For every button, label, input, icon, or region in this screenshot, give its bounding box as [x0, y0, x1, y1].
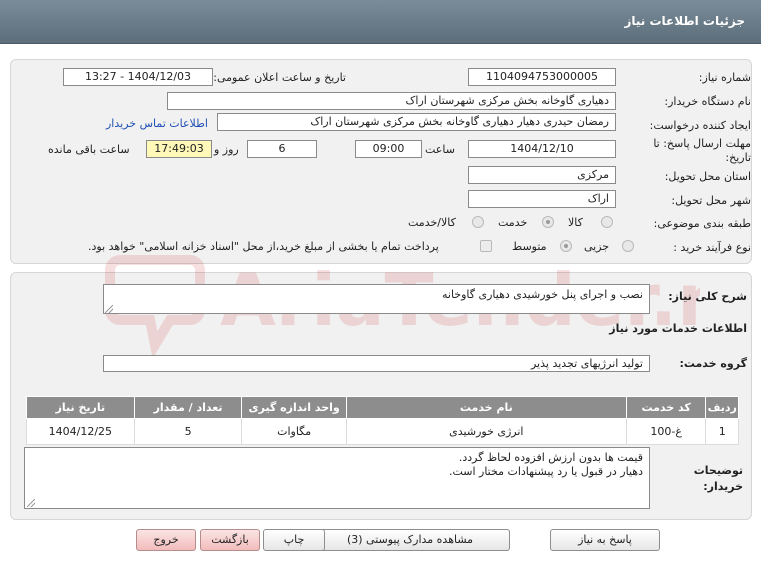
category-label: طبقه بندی موضوعی:: [653, 217, 751, 230]
cell-need-date: 1404/12/25: [26, 418, 135, 445]
col-row: ردیف: [705, 396, 739, 419]
province-field: مرکزی: [468, 166, 616, 184]
remaining-time-field: 17:49:03: [146, 140, 212, 158]
description-label: شرح کلی نیاز:: [668, 290, 747, 303]
buyer-notes-field: قیمت ها بدون ارزش افزوده لحاظ گردد. دهیا…: [24, 447, 650, 509]
process-radio-minor[interactable]: [622, 240, 634, 252]
exit-button[interactable]: خروج: [136, 529, 196, 551]
requester-label: ایجاد کننده درخواست:: [649, 119, 751, 132]
category-radio-goods-service[interactable]: [472, 216, 484, 228]
process-option-minor: جزیی: [584, 240, 610, 253]
buyer-contact-link[interactable]: اطلاعات تماس خریدار: [106, 117, 208, 130]
category-radio-service[interactable]: [542, 216, 554, 228]
category-option-goods-service: کالا/خدمت: [408, 216, 456, 229]
province-label: استان محل تحویل:: [664, 170, 751, 183]
reply-button[interactable]: پاسخ به نیاز: [550, 529, 660, 551]
announce-datetime-field: 1404/12/03 - 13:27: [63, 68, 213, 86]
treasury-payment-note: پرداخت تمام یا بخشی از مبلغ خرید،از محل …: [88, 240, 439, 253]
category-radio-goods[interactable]: [601, 216, 613, 228]
deadline-time-field: 09:00: [355, 140, 422, 158]
resize-handle-icon[interactable]: [27, 499, 35, 507]
deadline-label: مهلت ارسال پاسخ: تا تاریخ:: [653, 137, 751, 164]
table-header-row: ردیف کد خدمت نام خدمت واحد اندازه گیری ت…: [26, 396, 739, 419]
buyer-org-label: نام دستگاه خریدار:: [664, 95, 751, 108]
view-attachments-button[interactable]: مشاهده مدارک پیوستی (3): [310, 529, 510, 551]
remaining-time-label: ساعت باقی مانده: [48, 143, 130, 156]
col-need-date: تاریخ نیاز: [26, 396, 135, 419]
col-quantity: تعداد / مقدار: [133, 396, 243, 419]
col-service-code: کد خدمت: [625, 396, 707, 419]
services-section-title: اطلاعات خدمات مورد نیاز: [609, 322, 747, 335]
category-option-service: خدمت: [498, 216, 528, 229]
service-group-field: تولید انرژیهای تجدید پذیر: [103, 355, 650, 372]
buyer-org-field: دهیاری گاوخانه بخش مرکزی شهرستان اراک: [167, 92, 616, 110]
service-group-label: گروه خدمت:: [679, 357, 747, 370]
process-option-medium: متوسط: [512, 240, 547, 253]
table-row[interactable]: 1 غ-100 انرژی خورشیدی مگاوات 5 1404/12/2…: [26, 418, 739, 445]
deadline-time-label: ساعت: [425, 143, 455, 156]
description-field: نصب و اجرای پنل خورشیدی دهیاری گاوخانه: [103, 284, 650, 314]
city-label: شهر محل تحویل:: [671, 194, 751, 207]
need-number-label: شماره نیاز:: [698, 71, 751, 84]
requester-field: رمضان حیدری دهیار دهیاری گاوخانه بخش مرک…: [217, 113, 616, 131]
col-unit: واحد اندازه گیری: [241, 396, 347, 419]
city-field: اراک: [468, 190, 616, 208]
buyer-notes-label: توضیحات خریدار:: [693, 464, 743, 493]
days-label: روز و: [214, 143, 239, 156]
cell-unit: مگاوات: [241, 418, 347, 445]
category-option-goods: کالا: [568, 216, 583, 229]
cell-service-code: غ-100: [625, 418, 707, 445]
treasury-payment-checkbox[interactable]: [480, 240, 492, 252]
process-type-label: نوع فرآیند خرید :: [673, 241, 751, 254]
process-radio-medium[interactable]: [560, 240, 572, 252]
resize-handle-icon[interactable]: [105, 305, 113, 313]
back-button[interactable]: بازگشت: [200, 529, 260, 551]
page-title: جزئیات اطلاعات نیاز: [624, 14, 745, 28]
announce-datetime-label: تاریخ و ساعت اعلان عمومی:: [213, 71, 346, 84]
col-service-name: نام خدمت: [345, 396, 627, 419]
cell-row: 1: [705, 418, 739, 445]
cell-quantity: 5: [133, 418, 243, 445]
days-remaining-field: 6: [247, 140, 317, 158]
need-number-field: 1104094753000005: [468, 68, 616, 86]
print-button[interactable]: چاپ: [263, 529, 325, 551]
services-table: ردیف کد خدمت نام خدمت واحد اندازه گیری ت…: [26, 396, 739, 445]
deadline-date-field: 1404/12/10: [468, 140, 616, 158]
cell-service-name: انرژی خورشیدی: [345, 418, 627, 445]
